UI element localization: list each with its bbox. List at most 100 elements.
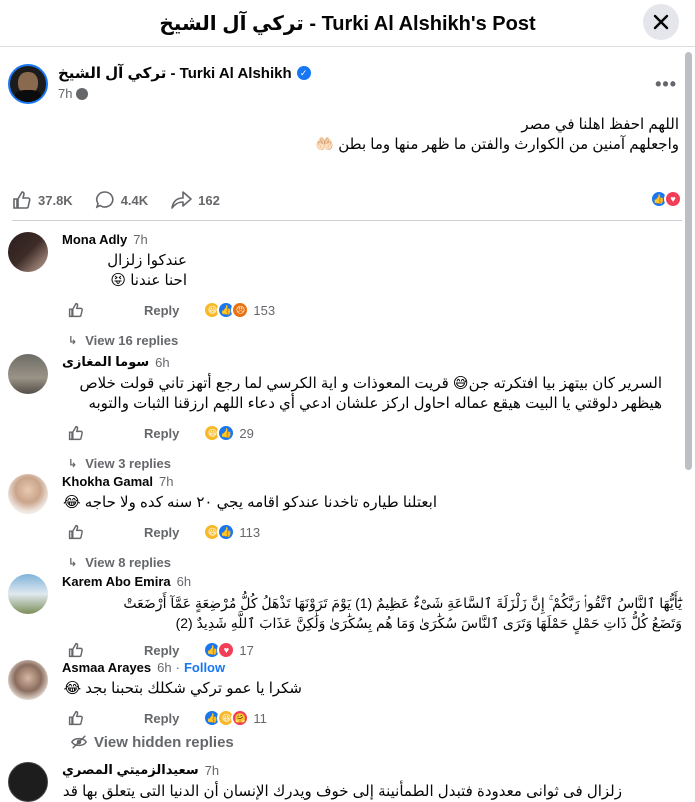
love-reaction-icon: ♥ <box>664 190 682 208</box>
commenter-name[interactable]: Mona Adly <box>62 232 127 247</box>
comment-time[interactable]: 6h <box>157 660 171 675</box>
commenter-avatar[interactable] <box>8 474 48 514</box>
reply-button[interactable]: Reply <box>144 303 179 318</box>
like-count: 37.8K <box>38 192 73 208</box>
commenter-avatar[interactable] <box>8 574 48 614</box>
reply-button[interactable]: Reply <box>144 525 179 540</box>
like-reaction-icon: 👍 <box>217 424 236 442</box>
comment-text-line: عندكوا زلزال <box>107 252 187 269</box>
thumbs-up-icon[interactable] <box>68 425 84 441</box>
commenter-avatar[interactable] <box>8 762 48 802</box>
comment-reactions[interactable]: 👍 ♥ 17 <box>203 641 254 659</box>
comment-text: ابعتلنا طياره تاخدنا عندكو اقامه يجي ٢٠ … <box>62 493 437 513</box>
separator-dot: · <box>175 660 180 675</box>
commenter-avatar[interactable] <box>8 232 48 272</box>
view-replies-button[interactable]: ↳ View 16 replies <box>68 333 682 348</box>
comment-reactions[interactable]: 😆 👍 29 <box>203 424 254 442</box>
comment-text: زلزال فى ثوانى معدودة فتبدل الطمأنينة إل… <box>62 782 622 802</box>
share-count: 162 <box>198 192 220 208</box>
share-icon <box>171 191 192 209</box>
commenter-name[interactable]: Asmaa Arayes <box>62 660 151 675</box>
comment-stat[interactable]: 4.4K <box>95 190 148 210</box>
comment-icon <box>95 191 114 209</box>
close-button[interactable] <box>643 4 679 40</box>
reply-button[interactable]: Reply <box>144 643 179 658</box>
comment-text-line: ابعتلنا طياره تاخدنا عندكو اقامه يجي ٢٠ … <box>63 494 437 511</box>
comment-time[interactable]: 6h <box>177 574 191 589</box>
comment-time[interactable]: 6h <box>155 355 169 370</box>
reply-arrow-icon: ↳ <box>68 557 78 569</box>
follow-button[interactable]: Follow <box>184 660 225 675</box>
dialog-scroll-area[interactable]: تركي آل الشيخ - Turki Al Alshikh ✓ 7h ••… <box>0 48 695 802</box>
post-time[interactable]: 7h <box>58 86 72 101</box>
like-reaction-icon: 👍 <box>217 523 236 541</box>
comment-time[interactable]: 7h <box>205 763 219 778</box>
love-reaction-icon: ♥ <box>217 641 236 659</box>
post-text-line: واجعلهم آمنين من الكوارث والفتن ما ظهر م… <box>315 136 679 153</box>
commenter-name[interactable]: Karem Abo Emira <box>62 574 171 589</box>
view-hidden-replies-button[interactable]: View hidden replies <box>70 733 234 751</box>
post-text-line: اللهم احفظ اهلنا في مصر <box>521 116 679 133</box>
close-icon <box>653 14 669 30</box>
view-hidden-replies-label: View hidden replies <box>94 733 234 751</box>
globe-icon <box>76 87 89 100</box>
like-stat[interactable]: 37.8K <box>12 190 73 210</box>
view-replies-label: View 3 replies <box>85 456 171 471</box>
commenter-name[interactable]: سعيدالزميتي المصري <box>62 762 199 778</box>
post-dialog-header: تركي آل الشيخ - Turki Al Alshikh's Post <box>0 0 695 47</box>
comment-actions: Reply 😆 👍 29 <box>62 424 682 442</box>
view-replies-button[interactable]: ↳ View 8 replies <box>68 555 682 570</box>
comment-text-line: زلزال فى ثوانى معدودة فتبدل الطمأنينة إل… <box>62 783 622 800</box>
author-name[interactable]: تركي آل الشيخ - Turki Al Alshikh <box>58 64 292 82</box>
thumbs-up-icon[interactable] <box>68 642 84 658</box>
comment-count: 4.4K <box>120 192 149 208</box>
comment-time[interactable]: 7h <box>159 474 173 489</box>
post-header: تركي آل الشيخ - Turki Al Alshikh ✓ 7h <box>8 64 311 104</box>
comment-text-line: هيظهر دلوقتي يا البيت هيقع عماله احاول ا… <box>88 395 662 412</box>
share-stat[interactable]: 162 <box>170 190 220 210</box>
comment-actions: Reply 👍 ♥ 17 <box>62 641 682 659</box>
post-stats-row: 37.8K 4.4K 162 👍 ♥ <box>12 188 682 212</box>
divider <box>12 220 682 221</box>
comment-reactions[interactable]: 😆 👍 😠 153 <box>203 301 276 319</box>
view-replies-label: View 16 replies <box>85 333 179 348</box>
scrollbar-thumb[interactable] <box>685 52 692 470</box>
post-text: اللهم احفظ اهلنا في مصر واجعلهم آمنين من… <box>39 115 679 155</box>
reply-arrow-icon: ↳ <box>68 335 78 347</box>
comment-actions: Reply 😆 👍 😠 153 <box>62 301 682 319</box>
reaction-count: 17 <box>239 642 254 658</box>
reply-button[interactable]: Reply <box>144 426 179 441</box>
comment-reactions[interactable]: 👍 😆 🤗 11 <box>203 709 267 727</box>
comment-text-line: يَٰٓأَيُّهَا ٱلنَّاسُ ٱتَّقُوا۟ رَبَّكُم… <box>123 595 682 611</box>
commenter-avatar[interactable] <box>8 354 48 394</box>
comment-text: السرير كان بيتهز بيا افتكرته جن😅 قريت ال… <box>62 374 662 414</box>
commenter-name[interactable]: Khokha Gamal <box>62 474 153 489</box>
commenter-avatar[interactable] <box>8 660 48 700</box>
reaction-count: 29 <box>239 425 254 441</box>
comment-time[interactable]: 7h <box>133 232 147 247</box>
angry-reaction-icon: 😠 <box>231 301 250 319</box>
reactions-summary[interactable]: 👍 ♥ <box>650 190 682 208</box>
comment-text-line: وَتَضَعُ كُلُّ ذَاتِ حَمْلٍ حَمْلَهَا وَ… <box>175 615 682 631</box>
author-avatar[interactable] <box>8 64 48 104</box>
view-replies-button[interactable]: ↳ View 3 replies <box>68 456 682 471</box>
thumbs-up-icon <box>13 191 31 209</box>
comment-text: يَٰٓأَيُّهَا ٱلنَّاسُ ٱتَّقُوا۟ رَبَّكُم… <box>62 593 682 633</box>
more-options-button[interactable]: ••• <box>655 74 677 95</box>
reaction-count: 153 <box>253 302 276 318</box>
commenter-name[interactable]: سوما المغازى <box>62 354 149 370</box>
reply-arrow-icon: ↳ <box>68 458 78 470</box>
thumbs-up-icon[interactable] <box>68 710 84 726</box>
comment-reactions[interactable]: 😆 👍 113 <box>203 523 261 541</box>
comment-text-line: السرير كان بيتهز بيا افتكرته جن😅 قريت ال… <box>79 375 662 392</box>
comment-actions: Reply 😆 👍 113 <box>62 523 682 541</box>
comment-text-line: شكرا يا عمو تركي شكلك بتحبنا بجد 😂 <box>63 680 302 697</box>
thumbs-up-icon[interactable] <box>68 302 84 318</box>
reply-button[interactable]: Reply <box>144 711 179 726</box>
comment-text: شكرا يا عمو تركي شكلك بتحبنا بجد 😂 <box>62 679 302 699</box>
thumbs-up-icon[interactable] <box>68 524 84 540</box>
reaction-count: 113 <box>239 524 261 540</box>
eye-hidden-icon <box>70 735 88 749</box>
comment-actions: Reply 👍 😆 🤗 11 <box>62 709 682 727</box>
care-reaction-icon: 🤗 <box>231 709 250 727</box>
